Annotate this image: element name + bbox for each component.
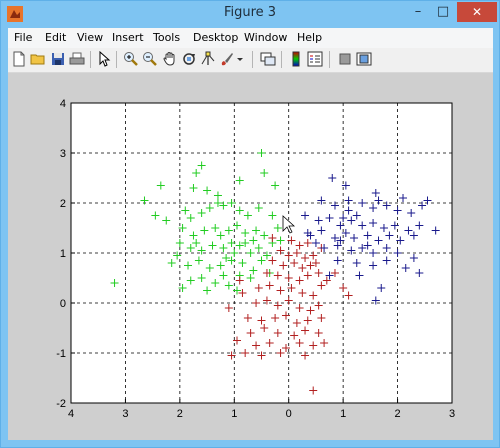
figure-canvas: 4 3 2 1 0 1 2 3 -2 -1 0 1 2 3 4 (8, 73, 493, 440)
edit-plot-arrow-icon[interactable] (96, 51, 112, 67)
window-border-right (493, 27, 499, 447)
hide-plot-tools-icon[interactable] (337, 51, 353, 67)
y-tick-label: 4 (60, 98, 66, 110)
toolbar-separator (252, 51, 253, 68)
menu-insert[interactable]: Insert (112, 31, 144, 44)
open-file-icon[interactable] (30, 51, 46, 67)
y-tick-label: 3 (60, 148, 66, 160)
print-icon[interactable] (69, 51, 85, 67)
zoom-in-icon[interactable] (123, 51, 139, 67)
menu-bar: File Edit View Insert Tools Desktop Wind… (8, 28, 493, 48)
toolbar-separator (90, 51, 91, 68)
close-button[interactable]: ✕ (457, 2, 497, 22)
x-tick-label: 0 (286, 408, 292, 420)
y-tick-label: -2 (56, 398, 66, 410)
toolbar-separator (329, 51, 330, 68)
data-cursor-icon[interactable] (200, 51, 216, 67)
menu-desktop[interactable]: Desktop (193, 31, 238, 44)
x-tick-label: 3 (449, 408, 455, 420)
y-tick-label: -1 (56, 348, 66, 360)
menu-edit[interactable]: Edit (45, 31, 66, 44)
menu-view[interactable]: View (77, 31, 103, 44)
y-tick-label: 2 (60, 198, 66, 210)
link-plot-icon[interactable] (260, 51, 276, 67)
maximize-button[interactable]: □ (431, 2, 455, 22)
menu-file[interactable]: File (14, 31, 32, 44)
title-bar[interactable]: Figure 3 – □ ✕ (1, 1, 499, 27)
y-tick-labels: -2 -1 0 1 2 3 4 (56, 98, 66, 410)
brush-icon[interactable] (219, 51, 235, 67)
x-tick-label: 2 (177, 408, 183, 420)
x-tick-label: 1 (340, 408, 346, 420)
toolbar-separator (116, 51, 117, 68)
menu-window[interactable]: Window (244, 31, 287, 44)
window-border-bottom (8, 440, 493, 446)
x-tick-labels: 4 3 2 1 0 1 2 3 (68, 408, 455, 420)
pan-hand-icon[interactable] (162, 51, 178, 67)
figure-window: Figure 3 – □ ✕ File Edit View Insert Too… (0, 0, 500, 448)
insert-colorbar-icon[interactable] (288, 51, 304, 67)
insert-legend-icon[interactable] (307, 51, 323, 67)
new-figure-icon[interactable] (11, 51, 27, 67)
x-tick-label: 3 (122, 408, 128, 420)
show-plot-tools-icon[interactable] (356, 51, 372, 67)
figure-toolbar (8, 48, 493, 73)
window-border-left (1, 27, 8, 447)
menu-tools[interactable]: Tools (153, 31, 180, 44)
x-tick-label: 4 (68, 408, 74, 420)
zoom-out-icon[interactable] (142, 51, 158, 67)
x-tick-label: 1 (231, 408, 237, 420)
toolbar-separator (281, 51, 282, 68)
menu-help[interactable]: Help (297, 31, 322, 44)
rotate-3d-icon[interactable] (181, 51, 197, 67)
scatter-plot[interactable]: 4 3 2 1 0 1 2 3 -2 -1 0 1 2 3 4 (8, 73, 493, 440)
y-tick-label: 1 (60, 248, 66, 260)
y-tick-label: 0 (60, 298, 66, 310)
minimize-button[interactable]: – (406, 2, 430, 22)
brush-dropdown-icon[interactable] (236, 51, 244, 67)
x-tick-label: 2 (395, 408, 401, 420)
save-icon[interactable] (50, 51, 66, 67)
